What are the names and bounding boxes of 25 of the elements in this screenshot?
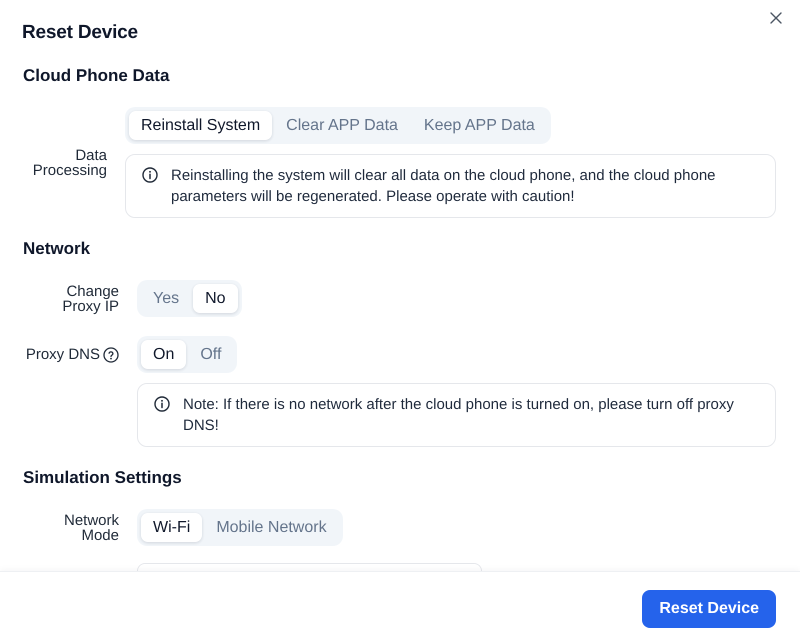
note-text: Reinstalling the system will clear all data on the cloud phone, and the cloud phone parameters will be regenerated. Please operate with caution! [171,166,717,207]
dialog-title: Reset Device [22,21,138,45]
segment-option[interactable]: Reinstall System [129,111,272,140]
segment-option[interactable]: Clear APP Data [274,111,410,140]
info-icon [154,396,170,412]
note-text: Note: If there is no network after the cloud phone is turned on, please turn off proxy DNS! [183,395,735,436]
section-heading: Simulation Settings [23,467,183,489]
segment-option[interactable]: On [141,340,186,369]
help-icon[interactable] [103,346,119,362]
segment-option[interactable]: Mobile Network [204,513,339,542]
segment-option[interactable]: Wi-Fi [141,513,202,542]
field-label: Proxy DNS [26,347,100,362]
segment-option[interactable]: Off [188,340,234,369]
section-heading: Network [23,238,92,260]
field-label: Network Mode [62,512,119,542]
info-icon [142,167,158,183]
reset-device-button[interactable]: Reset Device [642,590,776,628]
field-label: Data Processing [32,148,107,178]
section-heading: Cloud Phone Data [23,65,170,87]
close-icon [770,12,782,24]
segment-option[interactable]: Keep APP Data [412,111,547,140]
segment-option[interactable]: Yes [141,284,192,313]
close-button[interactable] [770,12,782,24]
field-label: Change Proxy IP [61,284,119,314]
segment-option[interactable]: No [193,284,238,313]
